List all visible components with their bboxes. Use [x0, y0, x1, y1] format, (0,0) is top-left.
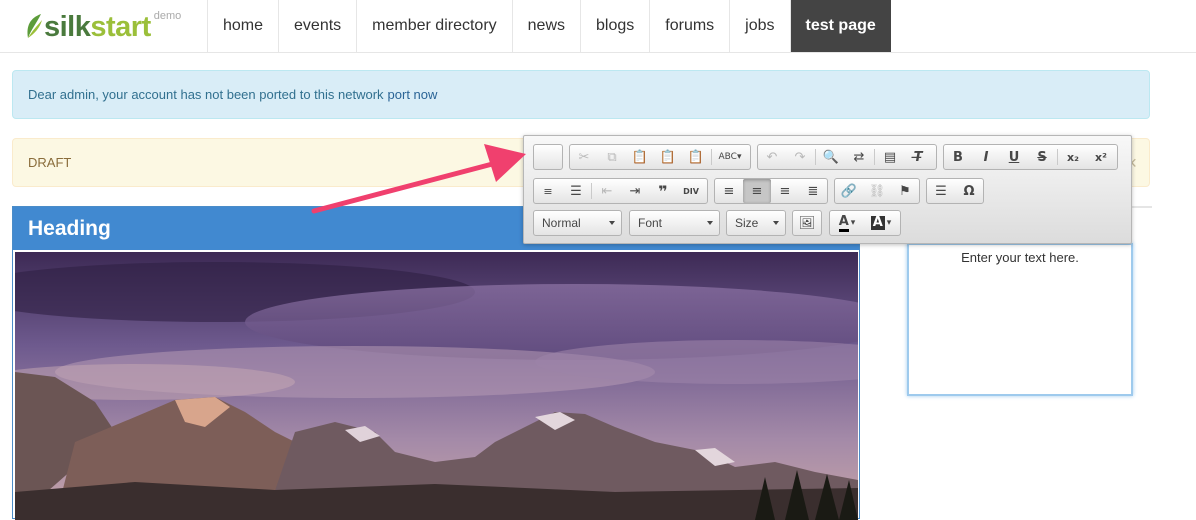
paragraph-group: ≡ ☰ ⇤ ⇥ ❞ DIV	[533, 178, 708, 204]
text-color-icon: A	[838, 214, 849, 232]
paste-word-icon[interactable]: 📋	[682, 145, 710, 169]
font-dropdown[interactable]: Font	[629, 210, 720, 236]
draft-label: DRAFT	[28, 155, 72, 170]
justify-icon[interactable]: ≣	[799, 179, 827, 203]
anchor-flag-icon[interactable]: ⚑	[891, 179, 919, 203]
size-value: Size	[735, 216, 759, 230]
image-icon[interactable]: 🖼	[793, 211, 821, 235]
outdent-icon[interactable]: ⇤	[593, 179, 621, 203]
rich-text-toolbar: ✂ ⧉ 📋 📋 📋 ABC▾ ↶ ↷ 🔍 ⇄ ▤ T̶ B I U S x₂ x…	[523, 135, 1132, 244]
brand-badge: demo	[153, 10, 182, 22]
colors-group: A ▾ A ▾	[829, 210, 901, 236]
remove-format-icon[interactable]: T̶	[904, 145, 932, 169]
separator	[591, 183, 592, 199]
align-left-icon[interactable]: ≡	[715, 179, 743, 203]
mountain-photo[interactable]	[15, 252, 858, 520]
align-right-icon[interactable]: ≡	[771, 179, 799, 203]
format-value: Normal	[542, 216, 581, 230]
nav-item-home[interactable]: home	[207, 0, 278, 52]
align-center-icon[interactable]: ≡	[743, 179, 771, 203]
alert-message: Dear admin, your account has not been po…	[28, 87, 384, 102]
redo-icon[interactable]: ↷	[786, 145, 814, 169]
paste-text-icon[interactable]: 📋	[654, 145, 682, 169]
nav-item-blogs[interactable]: blogs	[580, 0, 649, 52]
align-group: ≡ ≡ ≡ ≣	[714, 178, 828, 204]
landscape-image	[15, 252, 858, 520]
text-color-button[interactable]: A ▾	[830, 211, 864, 235]
undo-icon[interactable]: ↶	[758, 145, 786, 169]
separator	[815, 149, 816, 165]
size-dropdown[interactable]: Size	[726, 210, 786, 236]
annotation-arrow	[311, 144, 526, 214]
separator	[874, 149, 875, 165]
bg-color-button[interactable]: A ▾	[864, 211, 898, 235]
underline-icon[interactable]: U	[1000, 145, 1028, 169]
port-alert: Dear admin, your account has not been po…	[12, 70, 1150, 119]
nav-item-member-directory[interactable]: member directory	[356, 0, 511, 52]
cut-icon[interactable]: ✂	[570, 145, 598, 169]
special-char-icon[interactable]: Ω	[955, 179, 983, 203]
strikethrough-icon[interactable]: S	[1028, 145, 1056, 169]
unlink-icon[interactable]: ⛓	[863, 179, 891, 203]
logo[interactable]: silkstart demo	[24, 8, 181, 42]
link-icon[interactable]: 🔗	[835, 179, 863, 203]
superscript-icon[interactable]: x²	[1087, 145, 1115, 169]
basic-styles-group: B I U S x₂ x²	[943, 144, 1118, 170]
chevron-down-icon	[609, 221, 615, 225]
bulleted-list-icon[interactable]: ☰	[562, 179, 590, 203]
port-now-link[interactable]: port now	[388, 87, 438, 102]
subscript-icon[interactable]: x₂	[1059, 145, 1087, 169]
leaf-icon	[27, 14, 42, 38]
image-group: 🖼	[792, 210, 822, 236]
horizontal-rule-icon[interactable]: ☰	[927, 179, 955, 203]
insert-group: ☰ Ω	[926, 178, 984, 204]
links-group: 🔗 ⛓ ⚑	[834, 178, 920, 204]
main-nav: home events member directory news blogs …	[207, 0, 891, 52]
content-block: Heading	[12, 206, 860, 520]
bg-color-icon: A	[870, 215, 885, 230]
italic-icon[interactable]: I	[972, 145, 1000, 169]
blockquote-icon[interactable]: ❞	[649, 179, 677, 203]
format-dropdown[interactable]: Normal	[533, 210, 622, 236]
nav-item-forums[interactable]: forums	[649, 0, 729, 52]
nav-item-jobs[interactable]: jobs	[729, 0, 789, 52]
nav-item-events[interactable]: events	[278, 0, 356, 52]
separator	[711, 149, 712, 165]
font-value: Font	[638, 216, 663, 230]
spellcheck-icon[interactable]: ABC▾	[713, 145, 747, 169]
clipboard-group: ✂ ⧉ 📋 📋 📋 ABC▾	[569, 144, 751, 170]
edit-group: ↶ ↷ 🔍 ⇄ ▤ T̶	[757, 144, 937, 170]
separator	[1057, 149, 1058, 165]
nav-item-test-page[interactable]: test page	[789, 0, 891, 52]
nav-item-news[interactable]: news	[511, 0, 580, 52]
chevron-down-icon	[707, 221, 713, 225]
replace-icon[interactable]: ⇄	[845, 145, 873, 169]
indent-icon[interactable]: ⇥	[621, 179, 649, 203]
editable-text-area[interactable]: Enter your text here.	[907, 243, 1133, 396]
find-icon[interactable]: 🔍	[817, 145, 845, 169]
top-navbar: silkstart demo home events member direct…	[0, 0, 1196, 53]
copy-icon[interactable]: ⧉	[598, 145, 626, 169]
select-all-icon[interactable]: ▤	[876, 145, 904, 169]
div-container-icon[interactable]: DIV	[677, 179, 705, 203]
brand-name: silkstart	[44, 11, 151, 43]
paste-icon[interactable]: 📋	[626, 145, 654, 169]
bold-icon[interactable]: B	[944, 145, 972, 169]
chevron-down-icon	[773, 221, 779, 225]
